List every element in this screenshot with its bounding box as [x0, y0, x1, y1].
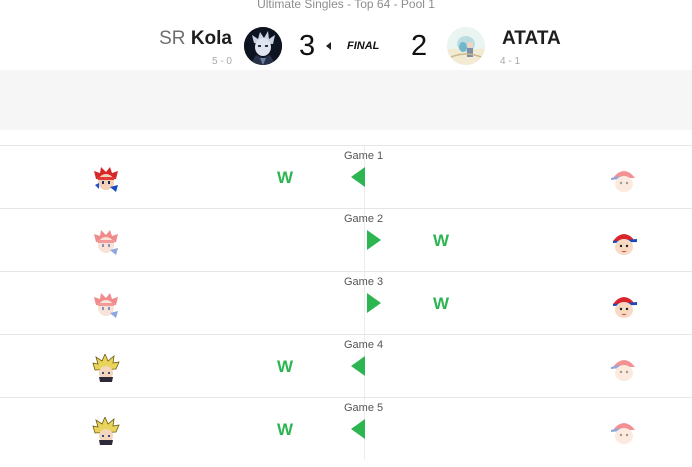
win-marker: W	[433, 231, 450, 250]
player1-name[interactable]: SR Kola	[159, 28, 232, 50]
ness-character-icon	[610, 354, 638, 382]
game-label: Game 3	[344, 276, 384, 288]
ness-character-icon	[610, 291, 638, 319]
win-marker: W	[277, 420, 294, 439]
match-status: FINAL	[347, 40, 380, 52]
winner-right-arrow-icon	[367, 293, 381, 313]
winner-right-arrow-icon	[367, 230, 381, 250]
player1-score: 3	[299, 30, 316, 62]
player2-tag[interactable]: ATATA	[502, 28, 561, 50]
winner-left-arrow-icon	[351, 167, 365, 187]
game-label: Game 2	[344, 213, 384, 225]
win-marker: W	[433, 294, 450, 313]
game-row[interactable]: Game 5 W	[0, 397, 692, 460]
game-row[interactable]: Game 3 W	[0, 271, 692, 334]
winner-left-arrow-icon	[351, 419, 365, 439]
roy-character-icon	[92, 291, 120, 319]
player1-tag: Kola	[190, 28, 232, 49]
games-list: Game 1 W Game 2 W Game 3 W Game 4 W Game 5 W	[0, 145, 692, 460]
player2-avatar[interactable]	[447, 27, 485, 65]
match-header: SR Kola 5 - 0 3 FINAL 2 ATATA 4 - 1	[0, 22, 692, 70]
game-row[interactable]: Game 1 W	[0, 145, 692, 208]
cloud-character-icon	[92, 353, 120, 383]
winner-left-arrow-icon	[351, 356, 365, 376]
player1-prefix: SR	[159, 28, 186, 49]
ness-character-icon	[610, 228, 638, 256]
winner-caret-icon	[326, 42, 331, 50]
game-row[interactable]: Game 4 W	[0, 334, 692, 397]
ness-character-icon	[610, 417, 638, 445]
win-marker: W	[277, 357, 294, 376]
roy-character-icon	[92, 165, 120, 193]
win-marker: W	[277, 168, 294, 187]
event-title: Ultimate Singles - Top 64 - Pool 1	[257, 0, 435, 11]
cloud-character-icon	[92, 416, 120, 446]
player2-record: 4 - 1	[500, 56, 521, 67]
game-label: Game 1	[344, 150, 384, 162]
roy-character-icon	[92, 228, 120, 256]
player1-avatar[interactable]	[244, 27, 282, 65]
ness-character-icon	[610, 165, 638, 193]
game-label: Game 4	[344, 339, 384, 351]
game-row[interactable]: Game 2 W	[0, 208, 692, 271]
report-actions-bar	[0, 70, 692, 130]
player2-score: 2	[411, 30, 428, 62]
player1-record: 5 - 0	[211, 56, 232, 67]
game-label: Game 5	[344, 402, 384, 414]
